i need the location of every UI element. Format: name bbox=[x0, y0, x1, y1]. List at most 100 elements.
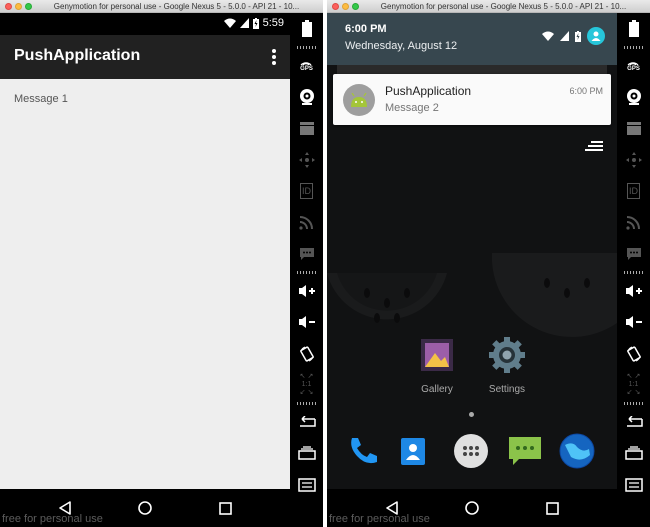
wifi-icon bbox=[223, 18, 236, 28]
overflow-menu-icon[interactable] bbox=[272, 49, 276, 65]
gps-icon[interactable]: GPS bbox=[617, 50, 650, 82]
sidebar-separator bbox=[296, 271, 317, 274]
app-bar: PushApplication bbox=[0, 35, 290, 79]
notification-time: 6:00 PM bbox=[569, 86, 603, 96]
volume-up-icon[interactable] bbox=[290, 275, 323, 307]
dpad-icon[interactable] bbox=[290, 144, 323, 176]
app-drawer-icon[interactable] bbox=[451, 431, 491, 471]
phone-app-icon[interactable] bbox=[343, 431, 383, 471]
page-indicator bbox=[469, 412, 474, 417]
sidebar-separator bbox=[296, 402, 317, 405]
screen: Genymotion for personal use - Google Nex… bbox=[0, 0, 650, 527]
notification-card[interactable]: PushApplication Message 2 6:00 PM bbox=[333, 74, 611, 125]
menu-icon[interactable] bbox=[290, 469, 323, 501]
watermelon-graphic bbox=[492, 253, 617, 337]
webcam-icon[interactable] bbox=[617, 81, 650, 113]
back-icon[interactable] bbox=[290, 406, 323, 438]
volume-down-icon[interactable] bbox=[290, 307, 323, 339]
zoom-icon[interactable]: ↖ ↗ 1:1 ↙ ↘ bbox=[290, 370, 323, 402]
recents-icon[interactable] bbox=[215, 498, 235, 518]
id-label: ID bbox=[627, 183, 640, 200]
clear-all-icon[interactable] bbox=[585, 141, 603, 153]
rotate-icon[interactable] bbox=[290, 338, 323, 370]
sms-icon[interactable] bbox=[290, 239, 323, 271]
sms-icon[interactable] bbox=[617, 239, 650, 271]
sidebar-separator bbox=[623, 271, 644, 274]
gallery-label: Gallery bbox=[421, 384, 453, 395]
minimize-window-button[interactable] bbox=[15, 3, 22, 10]
recents-icon[interactable] bbox=[617, 438, 650, 470]
gps-icon[interactable]: GPS bbox=[290, 50, 323, 82]
rss-icon[interactable] bbox=[617, 207, 650, 239]
sidebar-separator bbox=[623, 402, 644, 405]
home-icon[interactable] bbox=[135, 498, 155, 518]
android-icon bbox=[343, 84, 375, 116]
id-icon[interactable]: ID bbox=[290, 176, 323, 208]
signal-icon bbox=[560, 31, 569, 41]
shade-time: 6:00 PM bbox=[345, 23, 387, 35]
emulator-sidebar: GPS ID ↖ ↗ 1:1 ↙ ↘ bbox=[290, 13, 323, 527]
volume-up-icon[interactable] bbox=[617, 275, 650, 307]
sidebar-separator bbox=[623, 45, 644, 49]
webcam-icon[interactable] bbox=[290, 81, 323, 113]
messaging-app-icon[interactable] bbox=[505, 431, 545, 471]
close-window-button[interactable] bbox=[332, 3, 339, 10]
zoom-label: 1:1 bbox=[301, 381, 312, 389]
wifi-icon bbox=[542, 31, 554, 41]
zoom-icon[interactable]: ↖ ↗ 1:1 ↙ ↘ bbox=[617, 370, 650, 402]
dpad-icon[interactable] bbox=[617, 144, 650, 176]
recents-icon[interactable] bbox=[542, 498, 562, 518]
user-avatar-icon[interactable] bbox=[587, 27, 605, 45]
nav-bar: free for personal use bbox=[327, 489, 617, 527]
battery-charging-icon bbox=[575, 30, 581, 42]
id-icon[interactable]: ID bbox=[617, 176, 650, 208]
status-time: 5:59 bbox=[262, 17, 284, 29]
battery-icon[interactable] bbox=[617, 13, 650, 45]
gps-label: GPS bbox=[627, 65, 640, 72]
rotate-icon[interactable] bbox=[617, 338, 650, 370]
sidebar-separator bbox=[296, 45, 317, 49]
dock bbox=[327, 431, 617, 481]
id-label: ID bbox=[300, 183, 313, 200]
browser-app-icon[interactable] bbox=[557, 431, 597, 471]
recents-icon[interactable] bbox=[290, 438, 323, 470]
home-icon[interactable] bbox=[462, 498, 482, 518]
minimize-window-button[interactable] bbox=[342, 3, 349, 10]
settings-label: Settings bbox=[488, 384, 526, 395]
window-titlebar[interactable]: Genymotion for personal use - Google Nex… bbox=[327, 0, 650, 13]
window-title: Genymotion for personal use - Google Nex… bbox=[53, 2, 300, 11]
clapper-icon[interactable] bbox=[617, 113, 650, 145]
battery-icon[interactable] bbox=[290, 13, 323, 45]
signal-icon bbox=[239, 18, 249, 28]
status-bar: 5:59 bbox=[0, 13, 290, 35]
notification-title: PushApplication bbox=[385, 84, 472, 98]
emulator-window-right: Genymotion for personal use - Google Nex… bbox=[327, 0, 650, 527]
notification-text: Message 2 bbox=[385, 102, 439, 114]
shade-date: Wednesday, August 12 bbox=[345, 40, 458, 52]
emulator-window-left: Genymotion for personal use - Google Nex… bbox=[0, 0, 323, 527]
watermark: free for personal use bbox=[329, 513, 430, 525]
window-title: Genymotion for personal use - Google Nex… bbox=[380, 2, 627, 11]
message-item[interactable]: Message 1 bbox=[14, 93, 68, 105]
watermark: free for personal use bbox=[2, 513, 103, 525]
window-titlebar[interactable]: Genymotion for personal use - Google Nex… bbox=[0, 0, 323, 13]
message-list: Message 1 bbox=[0, 79, 290, 489]
gallery-app[interactable]: Gallery bbox=[407, 335, 467, 395]
zoom-window-button[interactable] bbox=[352, 3, 359, 10]
back-icon[interactable] bbox=[617, 406, 650, 438]
volume-down-icon[interactable] bbox=[617, 307, 650, 339]
rss-icon[interactable] bbox=[290, 207, 323, 239]
zoom-window-button[interactable] bbox=[25, 3, 32, 10]
menu-icon[interactable] bbox=[617, 469, 650, 501]
battery-charging-icon bbox=[252, 17, 259, 29]
gps-label: GPS bbox=[300, 65, 313, 72]
clapper-icon[interactable] bbox=[290, 113, 323, 145]
app-title: PushApplication bbox=[14, 47, 141, 64]
nav-bar: free for personal use bbox=[0, 489, 290, 527]
settings-app[interactable]: Settings bbox=[477, 335, 537, 395]
notification-shade-header[interactable]: 6:00 PM Wednesday, August 12 bbox=[327, 13, 617, 65]
gear-icon bbox=[489, 337, 525, 373]
contacts-app-icon[interactable] bbox=[393, 431, 433, 471]
gallery-icon bbox=[421, 339, 453, 371]
close-window-button[interactable] bbox=[5, 3, 12, 10]
